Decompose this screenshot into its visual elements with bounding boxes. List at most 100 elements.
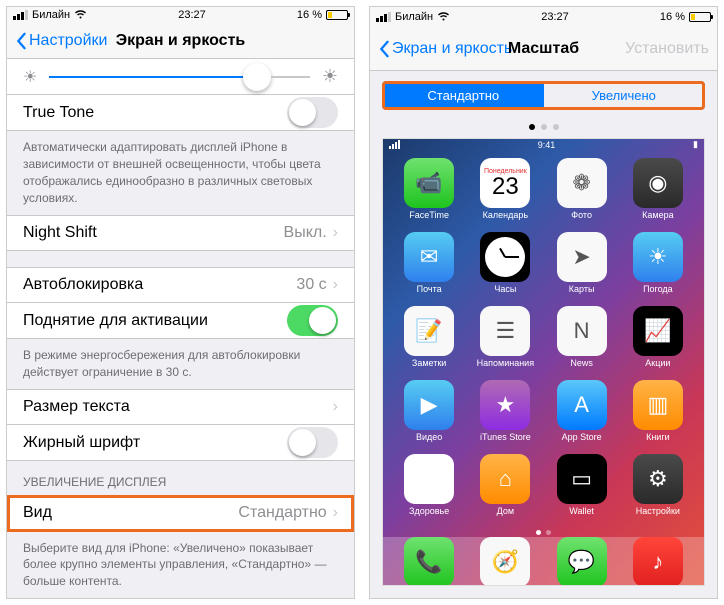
bold-switch[interactable] [287, 427, 338, 458]
app-icon: ✉ [404, 232, 454, 282]
nav-title: Масштаб [508, 40, 579, 58]
wifi-icon [74, 9, 87, 22]
app-Здоровье[interactable]: ♥ Здоровье [391, 454, 467, 528]
truetone-label: True Tone [23, 104, 94, 122]
app-dock[interactable]: 📞 [404, 537, 454, 586]
brightness-slider-row[interactable]: ☀︎ ☀︎ [7, 59, 354, 95]
bold-label: Жирный шрифт [23, 434, 140, 452]
app-iTunes Store[interactable]: ★iTunes Store [467, 380, 543, 454]
app-Wallet[interactable]: ▭Wallet [544, 454, 620, 528]
raise-row[interactable]: Поднятие для активации [7, 303, 354, 339]
navbar: Настройки Экран и яркость [7, 23, 354, 59]
app-label: Календарь [483, 210, 528, 220]
navbar: Экран и яркость Масштаб Установить [370, 27, 717, 71]
view-note: Выберите вид для iPhone: «Увеличено» пок… [7, 532, 354, 598]
preview-time: 9:41 [538, 140, 556, 150]
raise-switch[interactable] [287, 305, 338, 336]
app-Настройки[interactable]: ⚙Настройки [620, 454, 696, 528]
app-icon: ☰ [480, 306, 530, 356]
battery-percent: 16 % [297, 9, 322, 21]
app-Почта[interactable]: ✉ Почта [391, 232, 467, 306]
textsize-row[interactable]: Размер текста › [7, 389, 354, 425]
app-dock[interactable]: 💬 [557, 537, 607, 586]
app-icon: ▶ [404, 380, 454, 430]
app-icon: ➤ [557, 232, 607, 282]
seg-zoomed[interactable]: Увеличено [544, 82, 705, 109]
cellular-signal-icon [13, 10, 28, 20]
app-label: Заметки [412, 358, 446, 368]
app-FaceTime[interactable]: 📹FaceTime [391, 158, 467, 232]
app-icon: 💬 [557, 537, 607, 586]
phone-left: Билайн 23:27 16 % Настройки Экран и ярко… [6, 6, 355, 599]
app-News[interactable]: NNews [544, 306, 620, 380]
cellular-signal-icon [376, 12, 391, 22]
truetone-switch[interactable] [287, 97, 338, 128]
page-dots [370, 120, 717, 138]
app-icon: ♪ [633, 537, 683, 586]
nightshift-label: Night Shift [23, 224, 97, 242]
segmented-control-wrap: Стандартно Увеличено [370, 71, 717, 120]
app-dock[interactable]: ♪ [633, 537, 683, 586]
app-icon: 🧭 [480, 537, 530, 586]
truetone-note: Автоматически адаптировать дисплей iPhon… [7, 131, 354, 214]
app-label: Почта [417, 284, 442, 294]
brightness-slider[interactable] [49, 76, 310, 78]
segmented-control: Стандартно Увеличено [382, 81, 705, 110]
apps-grid: 📹FaceTimeПонедельник23Календарь❁Фото◉Кам… [383, 150, 704, 528]
app-label: App Store [562, 432, 602, 442]
textsize-label: Размер текста [23, 398, 130, 416]
seg-standard[interactable]: Стандартно [383, 82, 544, 109]
app-Календарь[interactable]: Понедельник23Календарь [467, 158, 543, 232]
app-icon: 📝 [404, 306, 454, 356]
chevron-right-icon: › [333, 224, 338, 242]
nightshift-value: Выкл. [284, 224, 327, 242]
app-icon: ☀ [633, 232, 683, 282]
carrier-name: Билайн [395, 11, 433, 23]
raise-label: Поднятие для активации [23, 312, 208, 330]
carrier-name: Билайн [32, 9, 70, 21]
nightshift-row[interactable]: Night Shift Выкл. › [7, 215, 354, 251]
truetone-row[interactable]: True Tone [7, 95, 354, 131]
status-bar: Билайн 23:27 16 % [7, 7, 354, 23]
bold-row[interactable]: Жирный шрифт [7, 425, 354, 461]
app-Книги[interactable]: ▥Книги [620, 380, 696, 454]
back-button[interactable]: Экран и яркость [378, 40, 512, 58]
back-label: Экран и яркость [392, 40, 512, 58]
app-label: FaceTime [409, 210, 449, 220]
preview-page-dots [383, 528, 704, 537]
view-row[interactable]: Вид Стандартно › [7, 495, 354, 531]
app-icon: ♥ [404, 454, 454, 504]
set-button[interactable]: Установить [625, 40, 709, 58]
nav-title: Экран и яркость [116, 32, 246, 50]
chevron-right-icon: › [333, 398, 338, 416]
zoom-section-header: УВЕЛИЧЕНИЕ ДИСПЛЕЯ [7, 461, 354, 495]
app-Напоминания[interactable]: ☰Напоминания [467, 306, 543, 380]
app-Фото[interactable]: ❁Фото [544, 158, 620, 232]
app-icon: A [557, 380, 607, 430]
brightness-low-icon: ☀︎ [23, 67, 37, 87]
app-Камера[interactable]: ◉Камера [620, 158, 696, 232]
app-label: Дом [497, 506, 514, 516]
app-icon: ◉ [633, 158, 683, 208]
app-Карты[interactable]: ➤Карты [544, 232, 620, 306]
app-icon: ▭ [557, 454, 607, 504]
view-label: Вид [23, 504, 52, 522]
battery-icon [326, 10, 348, 20]
app-dock[interactable]: 🧭 [480, 537, 530, 586]
app-icon [480, 232, 530, 282]
app-Дом[interactable]: ⌂ Дом [467, 454, 543, 528]
app-Часы[interactable]: Часы [467, 232, 543, 306]
app-icon: 📈 [633, 306, 683, 356]
app-Видео[interactable]: ▶Видео [391, 380, 467, 454]
app-label: Настройки [636, 506, 680, 516]
app-label: Часы [494, 284, 516, 294]
app-Заметки[interactable]: 📝 Заметки [391, 306, 467, 380]
app-icon: ⌂ [480, 454, 530, 504]
back-button[interactable]: Настройки [15, 32, 107, 50]
autolock-row[interactable]: Автоблокировка 30 с › [7, 267, 354, 303]
app-Акции[interactable]: 📈Акции [620, 306, 696, 380]
app-label: Здоровье [409, 506, 449, 516]
app-App Store[interactable]: A App Store [544, 380, 620, 454]
phone-right: Билайн 23:27 16 % Экран и яркость Масшта… [369, 6, 718, 599]
app-Погода[interactable]: ☀Погода [620, 232, 696, 306]
